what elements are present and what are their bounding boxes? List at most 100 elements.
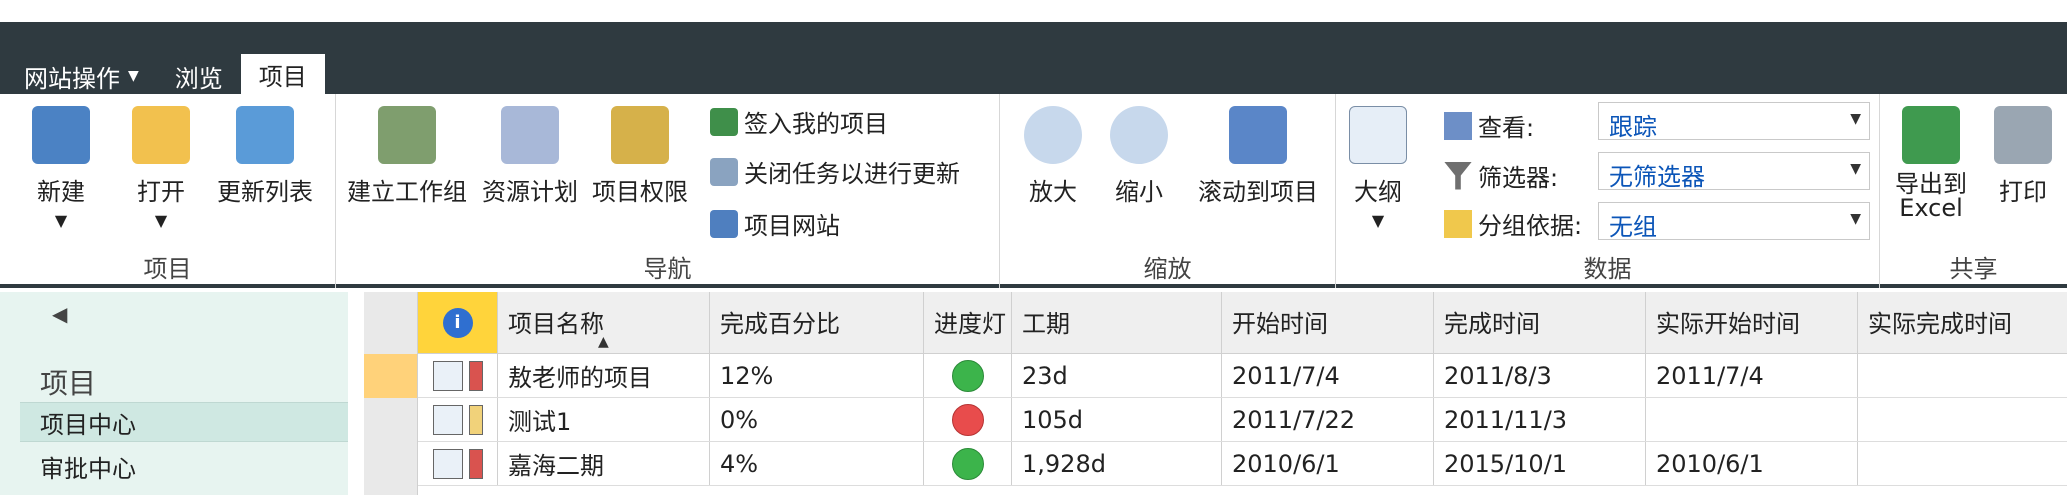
resource-plan-button[interactable]: 资源计划 — [476, 106, 584, 207]
header-percent-complete[interactable]: 完成百分比 — [710, 292, 924, 353]
ribbon-group-zoom: 放大 缩小 滚动到项目 缩放 — [1000, 94, 1336, 288]
status-green-icon — [951, 447, 984, 480]
cell-finish: 2011/11/3 — [1434, 398, 1646, 441]
cursor-icon — [1229, 106, 1287, 164]
header-duration[interactable]: 工期 — [1012, 292, 1222, 353]
new-label: 新建 — [37, 178, 85, 206]
group-by-icon — [1444, 209, 1472, 238]
cell-actual-finish — [1858, 398, 2057, 441]
filter-icon — [1444, 161, 1472, 190]
header-start[interactable]: 开始时间 — [1222, 292, 1434, 353]
project-permissions-button[interactable]: 项目权限 — [586, 106, 694, 207]
schedule-icon — [468, 448, 483, 479]
build-team-button[interactable]: 建立工作组 — [344, 106, 470, 207]
cell-duration: 1,928d — [1012, 442, 1222, 485]
outline-button[interactable]: 大纲 ▼ — [1344, 106, 1412, 230]
cell-finish: 2011/8/3 — [1434, 354, 1646, 397]
table-row[interactable]: 测试1 0% 105d 2011/7/22 2011/11/3 — [418, 398, 2067, 442]
info-icon: i — [442, 307, 473, 338]
grid-rows: 敖老师的项目 12% 23d 2011/7/4 2011/8/3 2011/7/… — [418, 354, 2067, 486]
excel-icon — [1902, 106, 1960, 164]
cell-project-name[interactable]: 测试1 — [498, 398, 710, 441]
selected-row-marker — [364, 354, 418, 398]
new-button[interactable]: 新建 ▼ — [18, 106, 104, 230]
cell-actual-start — [1646, 398, 1858, 441]
sidebar-item-project-center[interactable]: 项目中心 — [20, 402, 348, 442]
cell-status — [924, 354, 1012, 397]
group-label-navigation: 导航 — [643, 255, 692, 283]
filter-row: 筛选器: — [1444, 158, 1558, 193]
chevron-down-icon: ▼ — [1850, 161, 1861, 177]
zoom-in-label: 放大 — [1029, 178, 1077, 206]
collapse-arrow-icon[interactable]: ◀ — [52, 302, 67, 326]
dropdown-arrow-icon: ▼ — [54, 211, 68, 230]
info-header-cell[interactable]: i — [418, 292, 498, 353]
header-status-light[interactable]: 进度灯 — [924, 292, 1012, 353]
cell-status — [924, 442, 1012, 485]
table-row[interactable]: 嘉海二期 4% 1,928d 2010/6/1 2015/10/1 2010/6… — [418, 442, 2067, 486]
cell-finish: 2015/10/1 — [1434, 442, 1646, 485]
cell-percent: 0% — [710, 398, 924, 441]
table-row[interactable]: 敖老师的项目 12% 23d 2011/7/4 2011/8/3 2011/7/… — [418, 354, 2067, 398]
cell-actual-start: 2010/6/1 — [1646, 442, 1858, 485]
scroll-to-project-button[interactable]: 滚动到项目 — [1188, 106, 1328, 207]
project-icon — [432, 448, 463, 479]
sidebar-item-approval-center[interactable]: 审批中心 — [20, 446, 348, 486]
group-by-label: 分组依据: — [1478, 212, 1583, 240]
open-label: 打开 — [137, 178, 185, 206]
close-tasks-label: 关闭任务以进行更新 — [744, 160, 960, 188]
status-red-icon — [951, 403, 984, 436]
cell-project-name[interactable]: 敖老师的项目 — [498, 354, 710, 397]
close-tasks-button[interactable]: 关闭任务以进行更新 — [710, 154, 960, 189]
dropdown-arrow-icon: ▼ — [154, 211, 168, 230]
cell-start: 2010/6/1 — [1222, 442, 1434, 485]
zoom-out-button[interactable]: 缩小 — [1102, 106, 1176, 207]
check-in-button[interactable]: 签入我的项目 — [710, 104, 888, 139]
filter-select[interactable]: 无筛选器 ▼ — [1598, 152, 1870, 191]
print-label: 打印 — [1999, 178, 2047, 206]
group-by-select[interactable]: 无组 ▼ — [1598, 202, 1870, 241]
header-actual-start[interactable]: 实际开始时间 — [1646, 292, 1858, 353]
header-project-name[interactable]: 项目名称 ▲ — [498, 292, 710, 353]
calendar-person-icon — [501, 106, 559, 164]
group-by-select-value: 无组 — [1609, 213, 1657, 241]
cell-status — [924, 398, 1012, 441]
ribbon-tabs: 网站操作 ▼ 浏览 项目 — [0, 52, 325, 94]
cell-percent: 12% — [710, 354, 924, 397]
header-actual-finish[interactable]: 实际完成时间 — [1858, 292, 2057, 353]
open-button[interactable]: 打开 ▼ — [118, 106, 204, 230]
new-project-icon — [32, 106, 90, 164]
header-label: 项目名称 — [508, 310, 604, 338]
outline-label: 大纲 — [1354, 178, 1402, 206]
header-finish[interactable]: 完成时间 — [1434, 292, 1646, 353]
zoom-in-icon — [1024, 106, 1082, 164]
print-button[interactable]: 打印 — [1984, 106, 2062, 207]
sort-up-icon: ▲ — [598, 334, 609, 350]
tab-site-actions[interactable]: 网站操作 ▼ — [0, 58, 157, 94]
zoom-in-button[interactable]: 放大 — [1016, 106, 1090, 207]
resource-plan-label: 资源计划 — [482, 178, 578, 206]
group-label-data: 数据 — [1583, 255, 1632, 283]
update-list-button[interactable]: 更新列表 — [210, 106, 320, 207]
status-green-icon — [951, 359, 984, 392]
project-site-label: 项目网站 — [744, 212, 840, 240]
cell-actual-finish — [1858, 442, 2057, 485]
project-site-button[interactable]: 项目网站 — [710, 206, 840, 241]
update-list-label: 更新列表 — [217, 178, 313, 206]
cell-project-name[interactable]: 嘉海二期 — [498, 442, 710, 485]
filter-select-value: 无筛选器 — [1609, 163, 1705, 191]
cell-start: 2011/7/22 — [1222, 398, 1434, 441]
cell-duration: 23d — [1012, 354, 1222, 397]
tab-browse[interactable]: 浏览 — [157, 58, 241, 94]
group-label-share: 共享 — [1949, 255, 1998, 283]
tab-project[interactable]: 项目 — [240, 54, 325, 94]
lock-icon — [710, 157, 738, 186]
sidebar: ◀ 项目 项目中心 审批中心 — [0, 292, 348, 495]
export-excel-button[interactable]: 导出到 Excel — [1886, 106, 1976, 220]
project-icon — [432, 404, 463, 435]
export-excel-label: 导出到 Excel — [1895, 170, 1967, 222]
group-label-zoom: 缩放 — [1143, 255, 1192, 283]
view-select[interactable]: 跟踪 ▼ — [1598, 102, 1870, 141]
row-icons — [418, 398, 498, 441]
row-icons — [418, 442, 498, 485]
